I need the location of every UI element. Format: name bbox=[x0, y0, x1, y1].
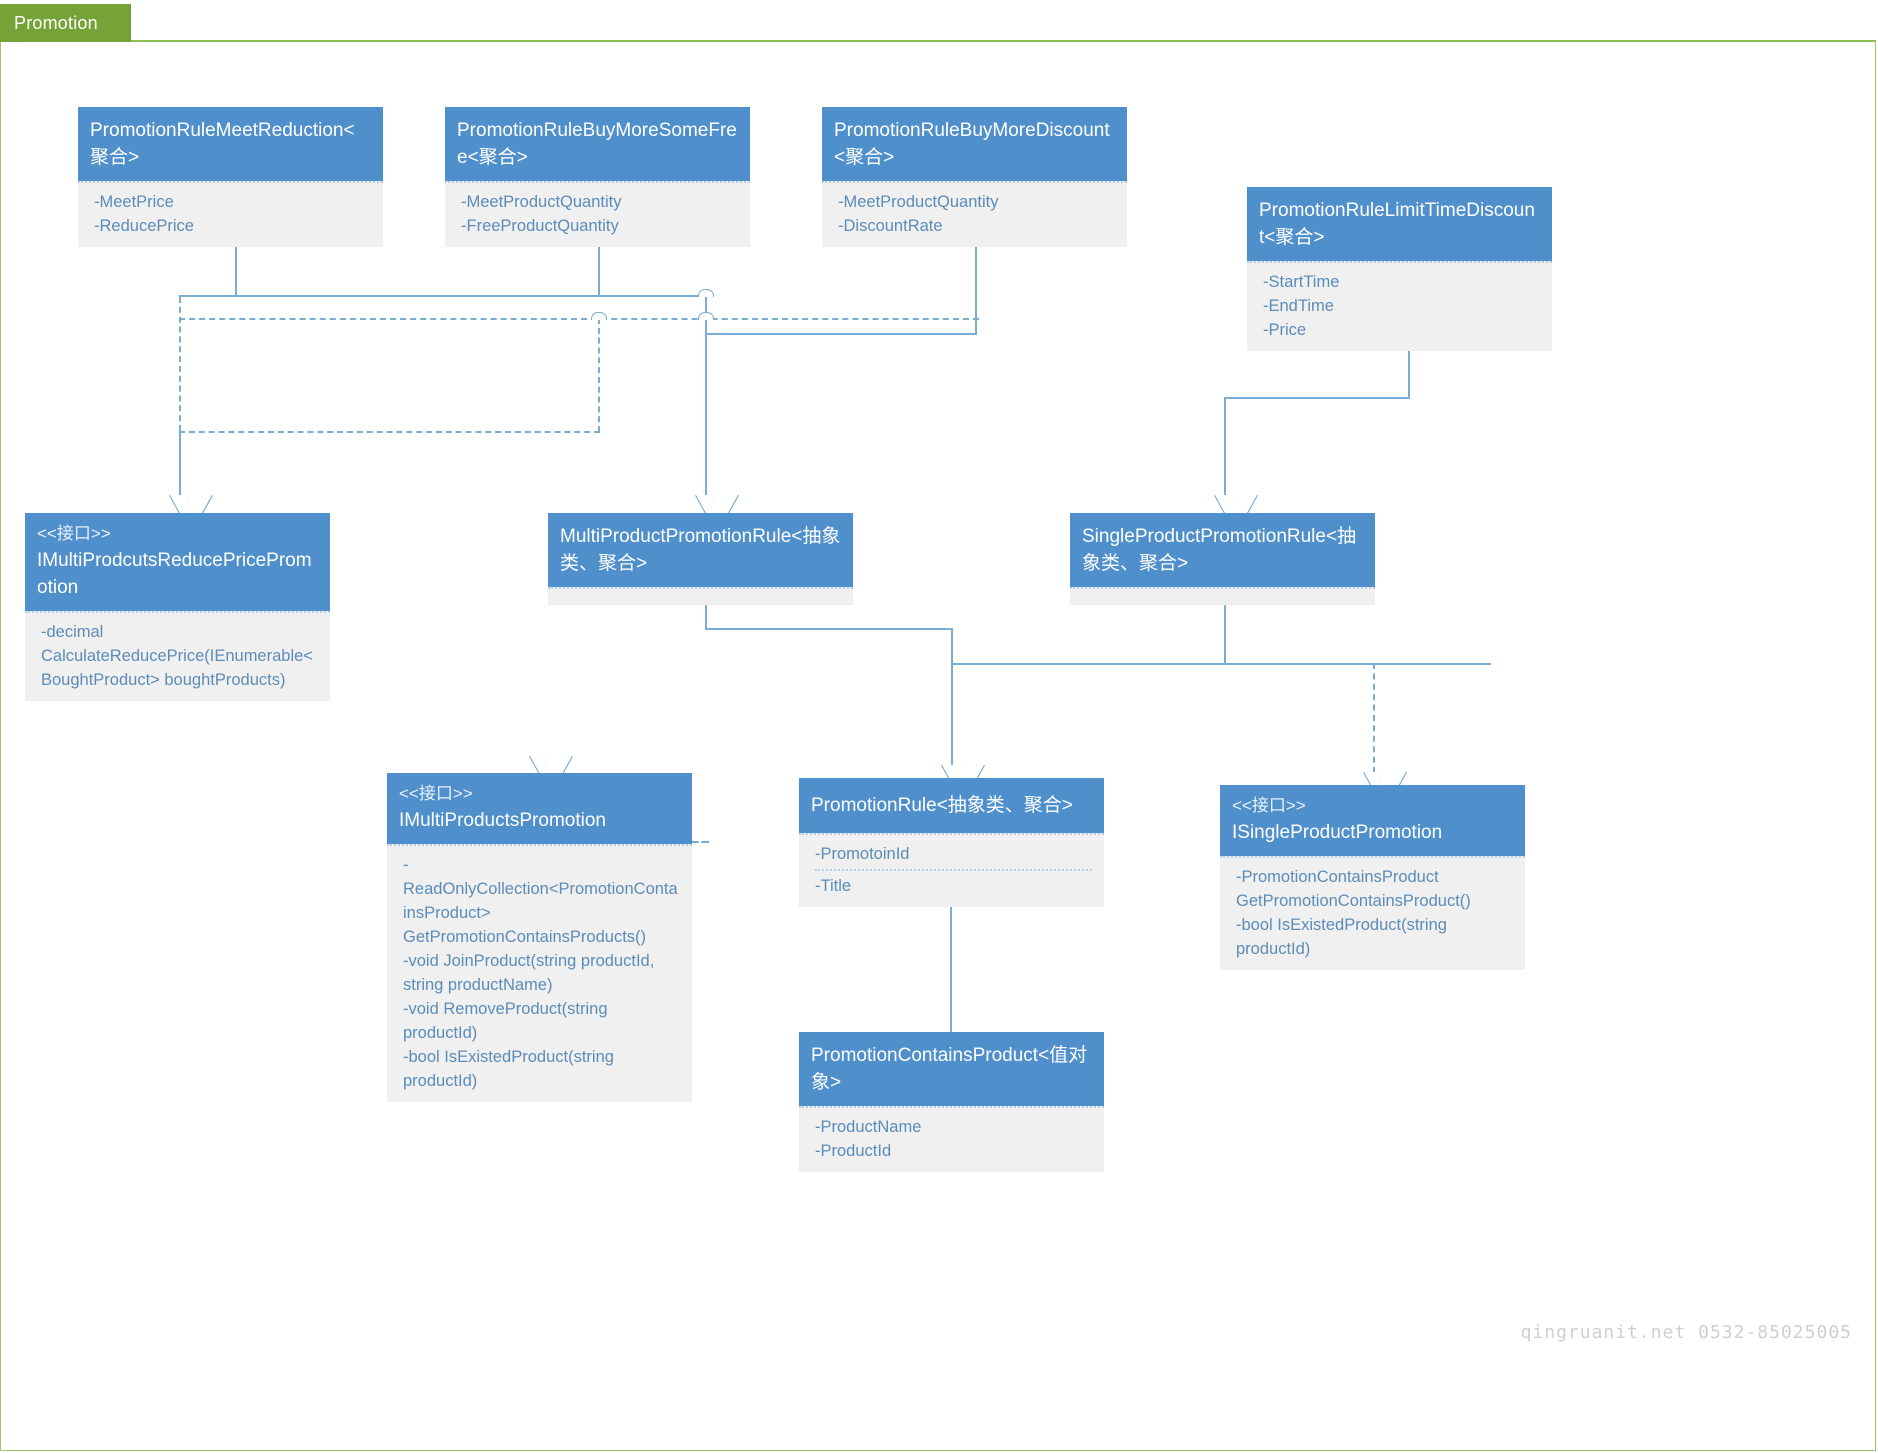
member-row: -ReadOnlyCollection<PromotionContainsPro… bbox=[403, 856, 678, 946]
stereotype-label: <<接口>> bbox=[1232, 796, 1306, 815]
class-members-promotionrule: -PromotoinId -Title bbox=[799, 833, 1104, 907]
package-tab-label: Promotion bbox=[0, 4, 131, 42]
connector-dashed-isingleproduct-down bbox=[1373, 663, 1375, 773]
member-row: -PromotoinId bbox=[815, 845, 910, 863]
class-box-singleproductpromotionrule[interactable]: SingleProductPromotionRule<抽象类、聚合> bbox=[1070, 513, 1375, 605]
member-row: -DiscountRate bbox=[838, 217, 943, 235]
class-title-meetreduction: PromotionRuleMeetReduction<聚合> bbox=[78, 107, 383, 181]
member-row: -PromotionContainsProduct GetPromotionCo… bbox=[1236, 868, 1471, 910]
class-members-imultiproductspromotion: -ReadOnlyCollection<PromotionContainsPro… bbox=[387, 844, 692, 1102]
member-row: -Price bbox=[1263, 321, 1307, 339]
class-box-promotionrule-buymorediscount[interactable]: PromotionRuleBuyMoreDiscount<聚合> -MeetPr… bbox=[822, 107, 1127, 247]
member-row: -EndTime bbox=[1263, 297, 1334, 315]
connector-bus-dashed-lower bbox=[179, 431, 600, 433]
member-row: -MeetPrice bbox=[94, 193, 174, 211]
class-members-limittimediscount: -StartTime -EndTime -Price bbox=[1247, 261, 1552, 351]
member-row: -ProductId bbox=[815, 1142, 892, 1160]
class-box-promotionrule-meetreduction[interactable]: PromotionRuleMeetReduction<聚合> -MeetPric… bbox=[78, 107, 383, 247]
class-members-buymoresomefree: -MeetProductQuantity -FreeProductQuantit… bbox=[445, 181, 750, 247]
class-name-label: IMultiProdcutsReducePricePromotion bbox=[37, 550, 312, 598]
connector-to-imulti-reduceprice bbox=[179, 431, 181, 498]
class-members-isingleproductpromotion: -PromotionContainsProduct GetPromotionCo… bbox=[1220, 856, 1525, 970]
arrowhead-imulti-reduceprice bbox=[170, 495, 190, 514]
connector-dashed-mid-leg bbox=[598, 318, 600, 432]
class-title-promotionrule: PromotionRule<抽象类、聚合> bbox=[799, 778, 1104, 833]
class-box-promotionrule[interactable]: PromotionRule<抽象类、聚合> -PromotoinId -Titl… bbox=[799, 778, 1104, 907]
class-members-buymorediscount: -MeetProductQuantity -DiscountRate bbox=[822, 181, 1127, 247]
class-members-imulti-reduceprice: -decimal CalculateReducePrice(IEnumerabl… bbox=[25, 611, 330, 701]
member-row: -void RemoveProduct(string productId) bbox=[403, 1000, 608, 1042]
diagram-canvas: Promotion PromotionRuleMeetReduction<聚合>… bbox=[0, 0, 1878, 1453]
member-row: -void JoinProduct(string productId, stri… bbox=[403, 952, 655, 994]
class-box-promotioncontainsproduct[interactable]: PromotionContainsProduct<值对象> -ProductNa… bbox=[799, 1032, 1104, 1172]
class-title-buymorediscount: PromotionRuleBuyMoreDiscount<聚合> bbox=[822, 107, 1127, 181]
watermark-text: qingruanit.net 0532-85025005 bbox=[1520, 1322, 1852, 1343]
member-row: -StartTime bbox=[1263, 273, 1340, 291]
connector-multirule-elbow bbox=[705, 628, 953, 630]
line-jump-3 bbox=[591, 312, 607, 320]
connector-dashed-to-isingleproduct bbox=[1373, 663, 1491, 665]
class-members-meetreduction: -MeetPrice -ReducePrice bbox=[78, 181, 383, 247]
class-box-multiproductpromotionrule[interactable]: MultiProductPromotionRule<抽象类、聚合> bbox=[548, 513, 853, 605]
connector-buymorediscount-elbow bbox=[705, 333, 977, 335]
connector-to-promotionrule bbox=[951, 628, 953, 768]
connector-singlerule-stem bbox=[1224, 605, 1226, 665]
class-members-singleproductrule bbox=[1070, 587, 1375, 605]
connector-to-singleproductrule bbox=[1224, 397, 1226, 498]
stereotype-label: <<接口>> bbox=[399, 784, 473, 803]
class-members-promotioncontainsproduct: -ProductName -ProductId bbox=[799, 1106, 1104, 1172]
class-name-label: ISingleProductPromotion bbox=[1232, 822, 1443, 843]
member-row: -Title bbox=[815, 869, 1092, 898]
class-box-promotionrule-limittimediscount[interactable]: PromotionRuleLimitTimeDiscount<聚合> -Star… bbox=[1247, 187, 1552, 351]
class-title-buymoresomefree: PromotionRuleBuyMoreSomeFree<聚合> bbox=[445, 107, 750, 181]
class-box-promotionrule-buymoresomefree[interactable]: PromotionRuleBuyMoreSomeFree<聚合> -MeetPr… bbox=[445, 107, 750, 247]
member-row: -FreeProductQuantity bbox=[461, 217, 619, 235]
arrowhead-multiproductrule bbox=[696, 495, 716, 514]
member-row: -ProductName bbox=[815, 1118, 922, 1136]
class-box-imultiproductspromotion[interactable]: <<接口>> IMultiProductsPromotion -ReadOnly… bbox=[387, 773, 692, 1102]
connector-dashed-left-leg bbox=[179, 297, 181, 431]
connector-bus-top-solid bbox=[179, 295, 706, 297]
connector-bus-dashed-upper bbox=[179, 318, 979, 320]
member-row: -decimal CalculateReducePrice(IEnumerabl… bbox=[41, 623, 313, 689]
class-title-imultiproductspromotion: <<接口>> IMultiProductsPromotion bbox=[387, 773, 692, 844]
class-members-multiproductrule bbox=[548, 587, 853, 605]
member-row: -ReducePrice bbox=[94, 217, 194, 235]
class-box-imultiprodcuts-reducepricepromotion[interactable]: <<接口>> IMultiProdcutsReducePricePromotio… bbox=[25, 513, 330, 701]
arrowhead-singleproductrule bbox=[1215, 495, 1235, 514]
class-title-promotioncontainsproduct: PromotionContainsProduct<值对象> bbox=[799, 1032, 1104, 1106]
class-title-singleproductrule: SingleProductPromotionRule<抽象类、聚合> bbox=[1070, 513, 1375, 587]
connector-multirule-stem bbox=[705, 605, 707, 629]
line-jump-1 bbox=[698, 289, 714, 297]
member-row: -MeetProductQuantity bbox=[838, 193, 999, 211]
class-title-imulti-reduceprice: <<接口>> IMultiProdcutsReducePricePromotio… bbox=[25, 513, 330, 611]
line-jump-2 bbox=[698, 312, 714, 320]
member-row: -bool IsExistedProduct(string productId) bbox=[403, 1048, 614, 1090]
stereotype-label: <<接口>> bbox=[37, 524, 111, 543]
connector-aggregation-line bbox=[950, 902, 952, 1032]
class-title-limittimediscount: PromotionRuleLimitTimeDiscount<聚合> bbox=[1247, 187, 1552, 261]
class-title-multiproductrule: MultiProductPromotionRule<抽象类、聚合> bbox=[548, 513, 853, 587]
member-row: -bool IsExistedProduct(string productId) bbox=[1236, 916, 1447, 958]
connector-to-multiproductrule bbox=[705, 295, 707, 498]
package-frame bbox=[0, 40, 1876, 1451]
class-title-isingleproductpromotion: <<接口>> ISingleProductPromotion bbox=[1220, 785, 1525, 856]
connector-limittime-elbow bbox=[1224, 397, 1410, 399]
class-name-label: IMultiProductsPromotion bbox=[399, 810, 606, 831]
member-row: -MeetProductQuantity bbox=[461, 193, 622, 211]
class-box-isingleproductpromotion[interactable]: <<接口>> ISingleProductPromotion -Promotio… bbox=[1220, 785, 1525, 970]
